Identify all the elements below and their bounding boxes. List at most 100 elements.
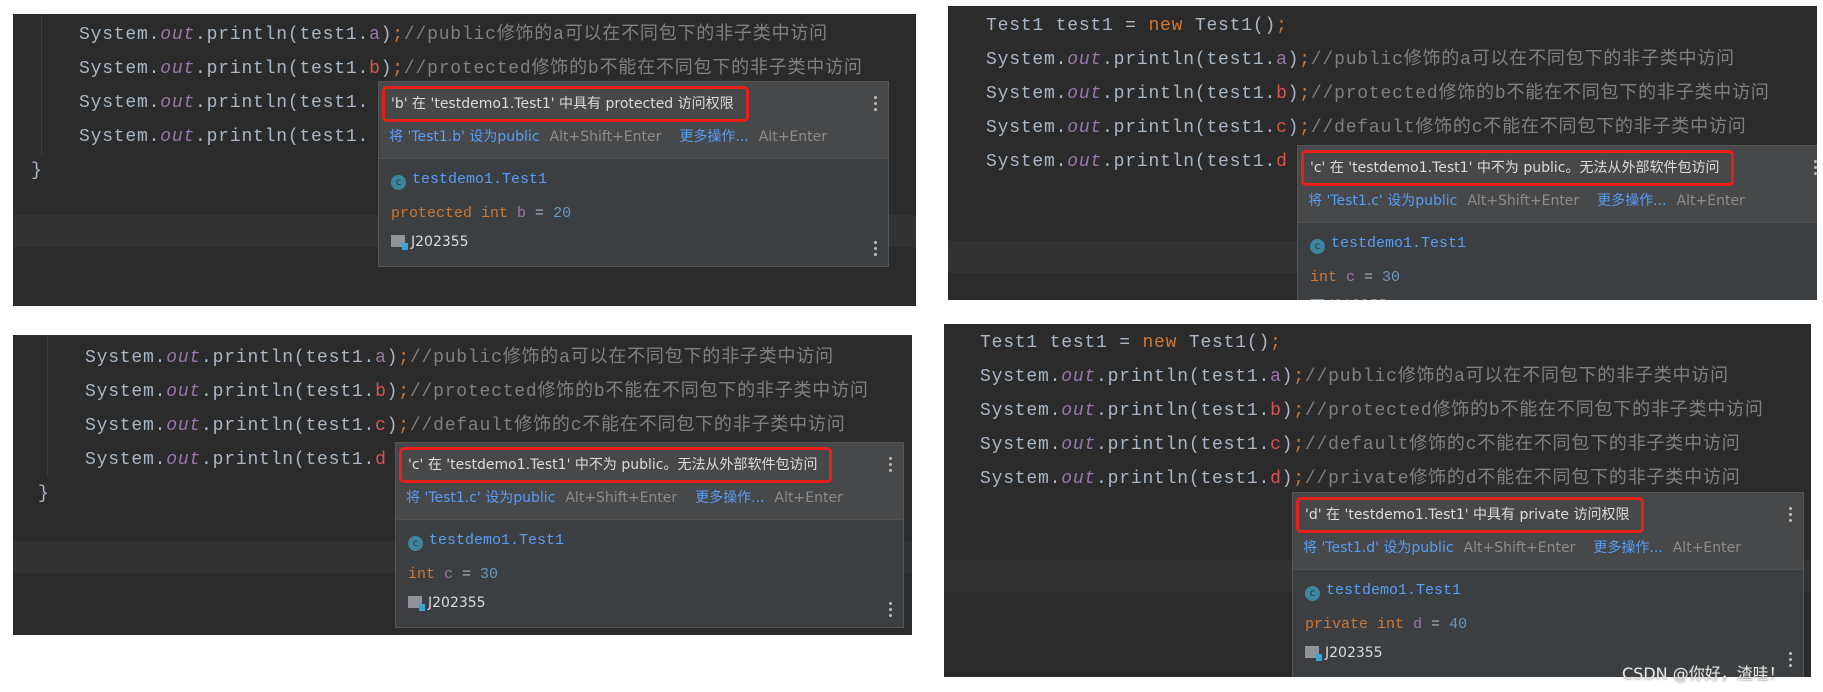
code-line[interactable]: System.out.println(test1.c);//default修饰的… bbox=[986, 111, 1770, 145]
code-token: //public修饰的a可以在不同包下的非子类中访问 bbox=[403, 25, 828, 45]
code-token: c bbox=[1276, 118, 1288, 138]
more-options-icon[interactable] bbox=[1814, 160, 1817, 178]
code-token: d bbox=[375, 450, 387, 470]
watermark: CSDN @你好，渣哇！ bbox=[1622, 664, 1785, 683]
declaration-token: int bbox=[408, 566, 445, 583]
code-token: a bbox=[1276, 50, 1288, 70]
declaration-token: int bbox=[1310, 269, 1347, 286]
declaration-token: d bbox=[1413, 616, 1423, 633]
make-public-fix-link[interactable]: 将 'Test1.b' 设为public bbox=[389, 129, 540, 145]
code-token: Test1 test1 = bbox=[986, 16, 1149, 36]
code-token: System. bbox=[986, 118, 1068, 138]
make-public-fix-link[interactable]: 将 'Test1.c' 设为public bbox=[406, 490, 555, 506]
code-token: //default修饰的c不能在不同包下的非子类中访问 bbox=[409, 416, 846, 436]
class-icon: c bbox=[408, 536, 423, 551]
closing-brace: } bbox=[38, 484, 50, 504]
code-line[interactable]: Test1 test1 = new Test1(); bbox=[980, 326, 1764, 360]
class-icon: c bbox=[1310, 239, 1325, 254]
code-token: out bbox=[1067, 118, 1103, 138]
code-line[interactable]: System.out.println(test1.a);//public修饰的a… bbox=[986, 43, 1770, 77]
code-token: .println(test1. bbox=[195, 59, 370, 79]
more-options-icon[interactable] bbox=[874, 96, 878, 114]
declaration-token: 30 bbox=[1382, 269, 1401, 286]
module-label: J202355 bbox=[428, 595, 486, 611]
code-token: out bbox=[1067, 50, 1103, 70]
code-token: System. bbox=[980, 435, 1062, 455]
make-public-fix-link[interactable]: 将 'Test1.c' 设为public bbox=[1308, 193, 1457, 209]
code-token: Test1() bbox=[1177, 333, 1271, 353]
code-token: ) bbox=[1287, 118, 1300, 138]
code-token: System. bbox=[85, 382, 167, 402]
class-reference[interactable]: c testdemo1.Test1 bbox=[391, 171, 547, 190]
code-token: .println(test1. bbox=[1102, 84, 1277, 104]
code-line[interactable]: System.out.println(test1.d);//private修饰的… bbox=[980, 462, 1764, 496]
indent-guide bbox=[47, 335, 48, 477]
more-actions-link[interactable]: 更多操作... bbox=[695, 490, 764, 506]
code-token: //protected修饰的b不能在不同包下的非子类中访问 bbox=[1310, 84, 1770, 104]
error-message-highlighted: 'd' 在 'testdemo1.Test1' 中具有 private 访问权限 bbox=[1296, 497, 1645, 533]
code-token: ; bbox=[1293, 469, 1305, 489]
code-token: System. bbox=[85, 348, 167, 368]
code-token: .println(test1. bbox=[201, 416, 376, 436]
code-token: ; bbox=[398, 382, 410, 402]
code-line[interactable]: System.out.println(test1.b);//protected修… bbox=[980, 394, 1764, 428]
field-declaration: private int d = 40 bbox=[1305, 616, 1467, 633]
more-options-icon[interactable] bbox=[874, 241, 878, 259]
code-token: System. bbox=[986, 152, 1068, 172]
code-token: System. bbox=[79, 93, 161, 113]
make-public-fix-link[interactable]: 将 'Test1.d' 设为public bbox=[1303, 540, 1454, 556]
code-line[interactable]: System.out.println(test1.c);//default修饰的… bbox=[85, 409, 869, 443]
more-actions-link[interactable]: 更多操作... bbox=[1593, 540, 1662, 556]
code-line[interactable]: Test1 test1 = new Test1(); bbox=[986, 9, 1770, 43]
more-actions-shortcut: Alt+Enter bbox=[758, 129, 827, 145]
code-token: //private修饰的d不能在不同包下的非子类中访问 bbox=[1304, 469, 1741, 489]
class-name: testdemo1.Test1 bbox=[412, 171, 548, 188]
code-token: System. bbox=[79, 25, 161, 45]
code-token: //public修饰的a可以在不同包下的非子类中访问 bbox=[1304, 367, 1729, 387]
code-token: a bbox=[1270, 367, 1282, 387]
code-token: out bbox=[160, 93, 196, 113]
closing-brace: } bbox=[31, 161, 43, 181]
code-token: out bbox=[1061, 401, 1097, 421]
field-declaration: int c = 30 bbox=[1310, 269, 1400, 286]
class-reference[interactable]: c testdemo1.Test1 bbox=[1310, 235, 1466, 254]
code-line[interactable]: System.out.println(test1.a);//public修饰的a… bbox=[85, 341, 869, 375]
code-token: //protected修饰的b不能在不同包下的非子类中访问 bbox=[1304, 401, 1764, 421]
code-line[interactable]: System.out.println(test1.a);//public修饰的a… bbox=[79, 18, 863, 52]
more-options-icon[interactable] bbox=[889, 602, 893, 620]
code-token: .println(test1. bbox=[1096, 435, 1271, 455]
class-reference[interactable]: c testdemo1.Test1 bbox=[408, 532, 564, 551]
code-token: .println(test1. bbox=[1102, 50, 1277, 70]
code-token: out bbox=[166, 450, 202, 470]
more-options-icon[interactable] bbox=[889, 457, 893, 475]
code-token: Test1() bbox=[1183, 16, 1277, 36]
code-token: System. bbox=[980, 367, 1062, 387]
code-token: System. bbox=[79, 59, 161, 79]
editor-panel-4: Test1 test1 = new Test1(); System.out.pri… bbox=[944, 324, 1811, 677]
code-block[interactable]: Test1 test1 = new Test1(); System.out.pri… bbox=[980, 326, 1764, 496]
more-options-icon[interactable] bbox=[1789, 507, 1793, 525]
declaration-token: = bbox=[526, 205, 554, 222]
class-reference[interactable]: c testdemo1.Test1 bbox=[1305, 582, 1461, 601]
more-actions-shortcut: Alt+Enter bbox=[1672, 540, 1741, 556]
code-line[interactable]: System.out.println(test1.a);//public修饰的a… bbox=[980, 360, 1764, 394]
code-token: out bbox=[160, 59, 196, 79]
indent-guide bbox=[41, 14, 42, 156]
code-token: ) bbox=[1281, 435, 1294, 455]
code-token: ; bbox=[1276, 16, 1288, 36]
code-line[interactable]: System.out.println(test1.b);//protected修… bbox=[85, 375, 869, 409]
code-line[interactable]: System.out.println(test1.b);//protected修… bbox=[986, 77, 1770, 111]
code-token: b bbox=[369, 59, 381, 79]
code-token: //default修饰的c不能在不同包下的非子类中访问 bbox=[1310, 118, 1747, 138]
editor-panel-2: Test1 test1 = new Test1(); System.out.pri… bbox=[948, 6, 1817, 300]
module-name: J202355 bbox=[1310, 298, 1388, 300]
code-token: ) bbox=[380, 25, 393, 45]
code-token: ; bbox=[1299, 118, 1311, 138]
code-token: ) bbox=[380, 59, 393, 79]
code-token: ) bbox=[1281, 367, 1294, 387]
class-icon: c bbox=[1305, 586, 1320, 601]
more-options-icon[interactable] bbox=[1789, 652, 1793, 670]
code-line[interactable]: System.out.println(test1.c);//default修饰的… bbox=[980, 428, 1764, 462]
more-actions-link[interactable]: 更多操作... bbox=[1597, 193, 1666, 209]
more-actions-link[interactable]: 更多操作... bbox=[679, 129, 748, 145]
